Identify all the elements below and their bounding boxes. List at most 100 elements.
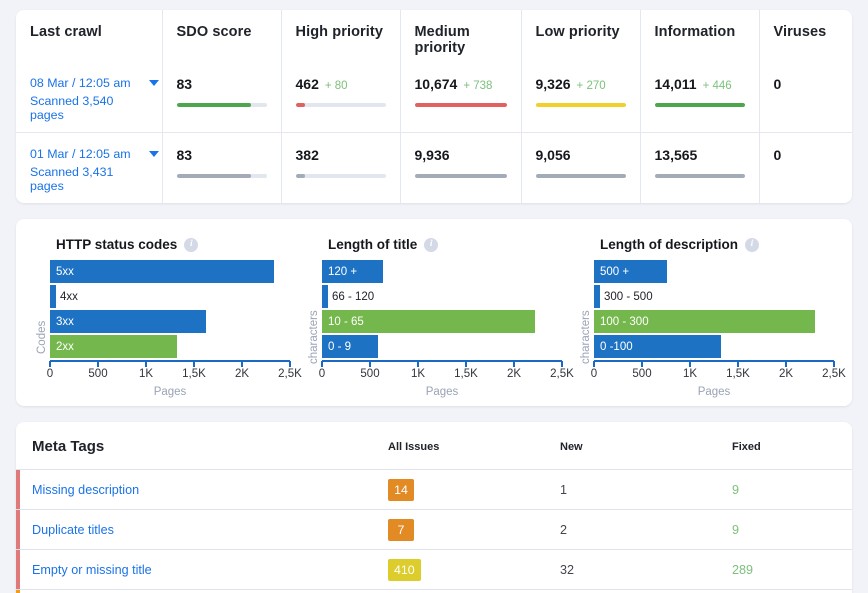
page-title: Meta Tags xyxy=(32,438,105,455)
chart-bar[interactable]: 2xx xyxy=(50,335,177,358)
plot-wrap: characters 120 +66 - 120 10 - 65 0 - 9 0 50… xyxy=(306,260,574,398)
metric-progress-fill xyxy=(654,174,745,178)
table-row: Missing description 14 1 9 xyxy=(16,469,852,510)
metric-value-row: 9,326 + 270 xyxy=(536,76,626,92)
chart-bar[interactable]: 5xx xyxy=(50,260,275,283)
x-axis-tick-label: 1K xyxy=(138,368,154,380)
x-axis-tick xyxy=(49,361,51,367)
column-header-sdo-score: SDO score xyxy=(162,10,282,62)
metric-cell-information: 14,011 + 446 xyxy=(640,62,760,133)
all-issues-cell: 239 xyxy=(388,589,560,593)
metric-progress-track xyxy=(295,174,386,178)
x-axis-tick-label: 2K xyxy=(234,368,250,380)
bar-category-label: 500 + xyxy=(600,265,630,278)
column-header-new: New xyxy=(560,440,583,453)
metric-value: 0 xyxy=(773,147,782,163)
column-header-high-priority: High priority xyxy=(281,10,401,62)
issue-link[interactable]: Empty or missing title xyxy=(20,563,152,577)
x-axis-tick-label: 2,5K xyxy=(278,368,302,380)
x-axis-tick-label: 1K xyxy=(410,368,426,380)
chart-bar[interactable]: 120 + xyxy=(322,260,384,283)
metric-value-row: 10,674 + 738 xyxy=(415,76,507,92)
crawl-date-label: 08 Mar / 12:05 am xyxy=(30,76,131,90)
x-axis xyxy=(49,360,291,367)
x-tick-labels: 0 500 1K 1,5K 2K 2,5K xyxy=(591,368,846,384)
column-header-last-crawl: Last crawl xyxy=(16,10,163,62)
column-header-viruses: Viruses xyxy=(773,24,827,40)
metric-value-row: 9,936 xyxy=(415,147,507,163)
bar-row: 300 - 500 xyxy=(594,285,834,308)
info-icon[interactable]: i xyxy=(184,237,199,252)
issue-name-cell: Duplicate titles xyxy=(16,509,388,550)
crawl-date-selector[interactable]: 08 Mar / 12:05 am xyxy=(30,76,159,90)
metric-value-row: 13,565 xyxy=(655,147,745,163)
x-axis-tick xyxy=(737,361,739,367)
bar-category-label: 2xx xyxy=(56,340,74,353)
issue-cell: Duplicate titles xyxy=(16,510,388,549)
crawl-summary-row: 01 Mar / 12:05 am Scanned 3,431 pages 83 38… xyxy=(16,132,852,203)
x-axis-tick-label: 2,5K xyxy=(550,368,574,380)
crawl-date-selector[interactable]: 01 Mar / 12:05 am xyxy=(30,147,159,161)
x-axis-tick xyxy=(593,361,595,367)
scanned-pages-label[interactable]: Scanned 3,540 pages xyxy=(30,94,148,122)
chart-title-row: HTTP status codes i xyxy=(56,237,290,252)
metric-value-row: 83 xyxy=(177,76,267,92)
issue-link[interactable]: Missing description xyxy=(20,483,139,497)
crawl-summary-row: 08 Mar / 12:05 am Scanned 3,540 pages 83 46… xyxy=(16,62,852,133)
x-axis-tick xyxy=(145,361,147,367)
charts-card: HTTP status codes i Codes 5xx 4xx 3xx 2xx 0… xyxy=(16,219,852,406)
metric-cell-sdo-score: 83 xyxy=(162,62,282,133)
x-axis-tick xyxy=(689,361,691,367)
metric-progress-track xyxy=(176,103,267,107)
bar-category-label: 100 - 300 xyxy=(600,315,649,328)
chart-bar[interactable]: 0 - 9 xyxy=(322,335,378,358)
chart-bar[interactable]: 3xx xyxy=(50,310,206,333)
chart-bar[interactable]: 500 + xyxy=(594,260,667,283)
info-icon[interactable]: i xyxy=(745,237,759,252)
x-axis-label: Pages xyxy=(697,386,731,398)
bar-category-label: 0 - 9 xyxy=(328,340,352,353)
chart-bar[interactable]: 0 -100 xyxy=(594,335,721,358)
bar-row: 500 + xyxy=(594,260,834,283)
x-axis-tick-label: 2K xyxy=(506,368,522,380)
chart-bar[interactable]: 100 - 300 xyxy=(594,310,815,333)
fixed-count-cell: 9 xyxy=(732,509,852,550)
metric-value: 9,936 xyxy=(414,147,450,163)
metric-progress-track xyxy=(535,103,626,107)
bar-series: 5xx 4xx 3xx 2xx xyxy=(50,260,290,358)
metric-cell-high-priority: 462 + 80 xyxy=(281,62,401,133)
column-header-fixed: Fixed xyxy=(732,440,761,453)
x-axis-tick-label: 1,5K xyxy=(726,368,750,380)
crawl-date-cell: 01 Mar / 12:05 am Scanned 3,431 pages xyxy=(16,132,163,203)
bar-row: 0 - 9 xyxy=(322,335,562,358)
issue-name-cell: Missing description xyxy=(16,469,388,510)
plot-area: 500 + 300 - 500 100 - 300 0 -100 0 500 1K 1,5K… xyxy=(591,260,846,398)
chart-title-text: Length of description xyxy=(600,237,738,252)
issue-link[interactable]: Duplicate titles xyxy=(20,523,114,537)
meta-tags-card: Meta Tags All Issues New Fixed Missing d… xyxy=(16,422,852,593)
x-axis-tick-label: 500 xyxy=(632,368,652,380)
metric-progress-fill xyxy=(414,174,507,178)
bar-category-label: 3xx xyxy=(56,315,74,328)
bar-row: 4xx xyxy=(50,285,290,308)
metric-cell-sdo-score: 83 xyxy=(162,132,282,203)
metric-delta: + 446 xyxy=(702,80,732,92)
fixed-count-cell: 289 xyxy=(732,549,852,590)
bar-category-label: 5xx xyxy=(56,265,74,278)
chevron-down-icon[interactable] xyxy=(148,151,159,157)
x-axis-tick-label: 2K xyxy=(778,368,794,380)
metric-progress-fill xyxy=(535,103,626,107)
metric-value: 14,011 xyxy=(654,76,697,92)
meta-tags-header-row: Meta Tags All Issues New Fixed xyxy=(16,422,852,470)
metric-cell-viruses: 0 xyxy=(759,62,852,133)
issue-cell: Empty or missing title xyxy=(16,550,388,589)
scanned-pages-label[interactable]: Scanned 3,431 pages xyxy=(30,165,148,193)
x-axis-label: Pages xyxy=(153,386,187,398)
chevron-down-icon[interactable] xyxy=(148,80,159,86)
info-icon[interactable]: i xyxy=(424,237,439,252)
chart-length-of-title: Length of title i characters 120 +66 - 1… xyxy=(298,233,574,398)
metric-progress-fill xyxy=(535,174,626,178)
metric-value-row: 0 xyxy=(774,76,850,92)
table-row: Empty or missing title 410 32 289 xyxy=(16,549,852,590)
chart-bar[interactable]: 10 - 65 xyxy=(322,310,535,333)
